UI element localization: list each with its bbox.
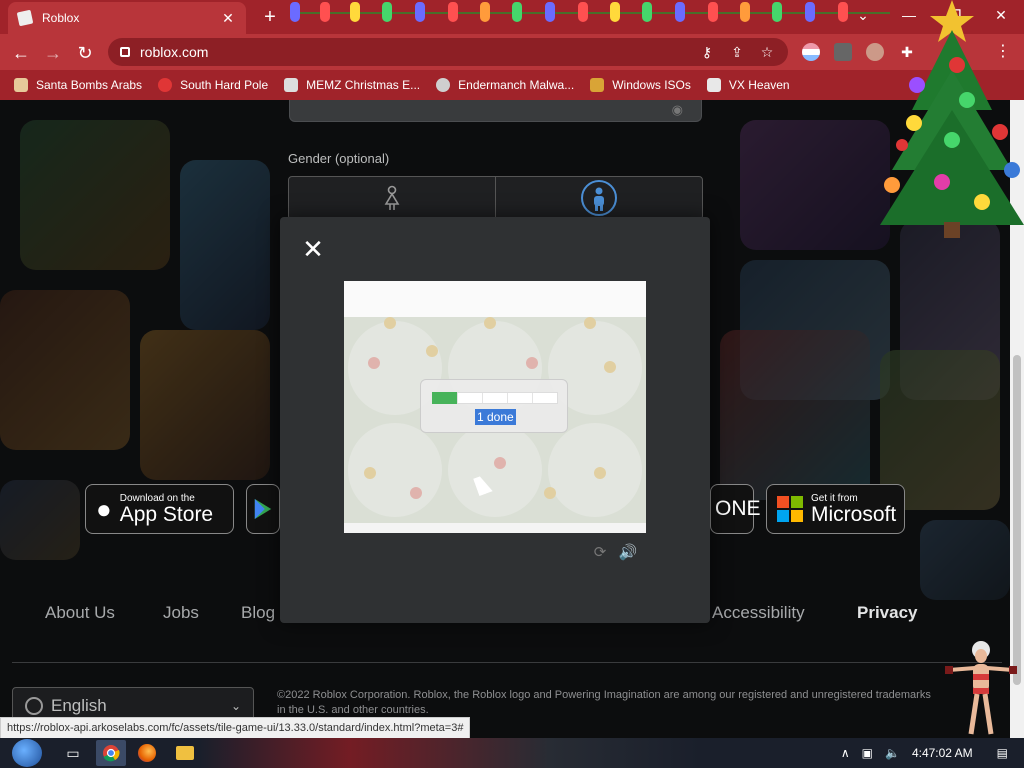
eye-icon[interactable]: ◉ (672, 102, 683, 118)
copyright-text: ©2022 Roblox Corporation. Roblox, the Ro… (277, 689, 931, 716)
extension-s-icon[interactable] (834, 43, 852, 61)
address-url[interactable]: roblox.com (140, 44, 686, 60)
lock-icon (120, 47, 130, 57)
christmas-lights-decoration (290, 0, 890, 32)
footer-link-jobs[interactable]: Jobs (163, 603, 199, 623)
password-field[interactable]: ◉ (289, 100, 702, 122)
network-icon[interactable]: ▣ (862, 746, 873, 760)
captcha-header (344, 281, 646, 317)
forward-arrow-icon[interactable]: → (42, 42, 64, 64)
windows-iso-icon (590, 78, 605, 92)
gender-female-button[interactable] (289, 177, 496, 219)
notification-icon[interactable]: ▤ (997, 746, 1008, 760)
bookmark-south-hard-pole[interactable]: South Hard Pole (158, 78, 268, 92)
tab-title: Roblox (42, 11, 80, 25)
apple-icon: ● (96, 493, 112, 524)
tray-expand-icon[interactable]: ∧ (841, 746, 850, 760)
extension-flag-icon[interactable] (802, 43, 820, 61)
firefox-taskbar-button[interactable] (132, 740, 162, 766)
captcha-frame: 1 done (344, 281, 646, 533)
volume-icon[interactable]: 🔈 (885, 746, 900, 760)
reload-icon[interactable]: ↻ (74, 42, 96, 64)
gender-label: Gender (optional) (288, 151, 390, 166)
bookmark-windows-isos[interactable]: Windows ISOs (590, 78, 691, 92)
footer-link-about[interactable]: About Us (45, 603, 115, 623)
share-icon[interactable]: ⇪ (728, 44, 746, 61)
firefox-icon (138, 744, 156, 762)
microsoft-store-badge[interactable]: Get it from Microsoft (766, 484, 905, 534)
gender-male-button[interactable] (496, 177, 702, 219)
microsoft-logo-icon (777, 496, 803, 522)
captcha-modal: ✕ 1 done ⟳ 🔊 (280, 217, 710, 623)
gender-selector (288, 176, 703, 220)
chevron-down-icon: ⌄ (230, 699, 241, 713)
vx-heaven-icon (706, 78, 721, 92)
task-view-icon[interactable]: ▭ (58, 740, 88, 766)
enderman-icon (436, 78, 451, 92)
dancing-santa-figure (945, 641, 1017, 735)
captcha-footer (344, 523, 646, 533)
bookmark-santa-bombs[interactable]: Santa Bombs Arabs (14, 78, 142, 92)
footer-link-privacy[interactable]: Privacy (857, 603, 918, 623)
bookmark-vx-heaven[interactable]: VX Heaven (706, 78, 790, 92)
footer-divider (12, 662, 1002, 663)
tab-close-icon[interactable]: ✕ (220, 10, 236, 27)
scrollbar-thumb[interactable] (1013, 355, 1021, 685)
close-icon[interactable]: ✕ (300, 236, 326, 263)
google-play-icon (254, 499, 272, 519)
new-tab-button[interactable]: + (258, 5, 282, 29)
app-store-badge[interactable]: ● Download on the App Store (85, 484, 234, 534)
star-icon[interactable]: ☆ (758, 44, 776, 61)
chrome-icon (103, 745, 120, 762)
christmas-tree-decoration (880, 0, 1024, 238)
roblox-favicon-icon (16, 9, 34, 27)
globe-icon (25, 697, 43, 715)
windows-taskbar: ▭ ∧ ▣ 🔈 4:47:02 AM ▤ (0, 738, 1024, 768)
language-value: English (51, 696, 107, 715)
santa-icon (14, 78, 28, 92)
tab-roblox[interactable]: Roblox ✕ (8, 2, 246, 34)
footer-link-accessibility[interactable]: Accessibility (712, 603, 805, 623)
clock-time[interactable]: 4:47:02 AM (912, 746, 973, 760)
back-arrow-icon[interactable]: ← (10, 42, 32, 64)
progress-label: 1 done (475, 409, 516, 425)
key-icon[interactable]: ⚷ (698, 44, 716, 61)
memz-icon (284, 78, 299, 92)
system-tray: ∧ ▣ 🔈 4:47:02 AM ▤ (835, 738, 1024, 768)
start-button[interactable] (12, 739, 42, 767)
xbox-badge[interactable]: ONE (710, 484, 761, 534)
progress-fill (432, 392, 458, 404)
refresh-icon[interactable]: ⟳ (590, 543, 610, 561)
footer-link-blog[interactable]: Blog (241, 603, 275, 623)
male-icon (581, 180, 617, 216)
progress-indicator: 1 done (420, 379, 568, 433)
folder-icon (176, 746, 194, 760)
chrome-taskbar-button[interactable] (96, 740, 126, 766)
explorer-taskbar-button[interactable] (170, 740, 200, 766)
bookmark-endermanch[interactable]: Endermanch Malwa... (436, 78, 574, 92)
audio-icon[interactable]: 🔊 (618, 543, 638, 561)
link-status-bubble: https://roblox-api.arkoselabs.com/fc/ass… (0, 717, 471, 739)
address-bar[interactable]: roblox.com ⚷ ⇪ ☆ (108, 38, 788, 66)
snowflake-icon (158, 78, 173, 92)
bookmark-memz-christmas[interactable]: MEMZ Christmas E... (284, 78, 420, 92)
google-play-badge[interactable] (246, 484, 280, 534)
female-icon (384, 185, 400, 210)
